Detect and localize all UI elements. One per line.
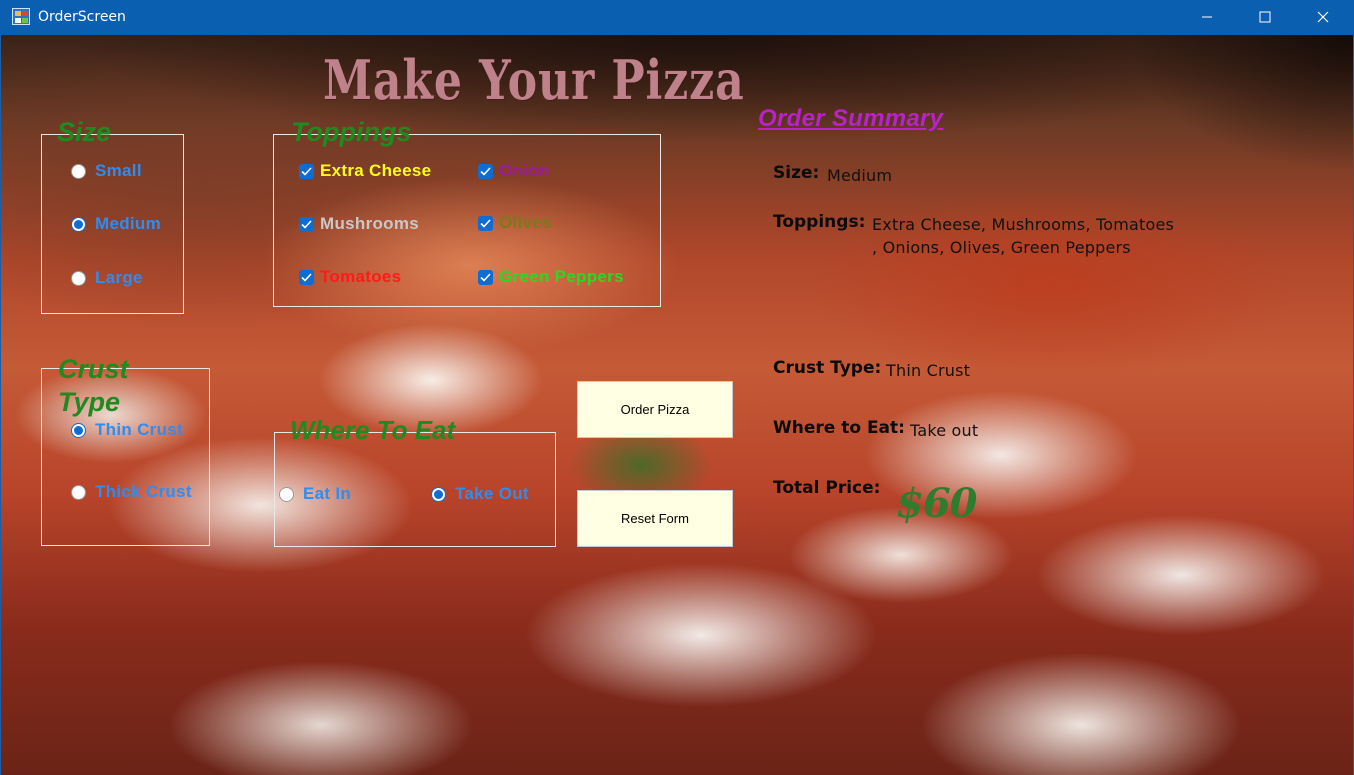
size-small-radio[interactable]: Small	[71, 161, 142, 181]
topping-mushrooms-checkbox[interactable]: Mushrooms	[299, 214, 419, 234]
check-icon	[480, 166, 491, 176]
size-group-legend: Size	[57, 117, 112, 147]
summary-where-label: Where to Eat:	[773, 418, 905, 438]
where-group-legend: Where To Eat	[290, 415, 456, 445]
check-icon	[301, 219, 312, 229]
check-icon	[480, 272, 491, 282]
summary-toppings-label: Toppings:	[773, 212, 866, 232]
size-medium-label: Medium	[95, 214, 162, 233]
radio-button-selected[interactable]	[71, 216, 86, 232]
crust-thick-label: Thick Crust	[95, 482, 192, 501]
crust-thin-radio[interactable]: Thin Crust	[71, 420, 183, 440]
size-small-label: Small	[95, 161, 142, 180]
radio-button-selected[interactable]	[71, 422, 86, 438]
checkbox-checked[interactable]	[299, 216, 314, 232]
summary-total-label: Total Price:	[773, 478, 881, 498]
check-icon	[301, 166, 312, 176]
pizza-background-image: Make Your Pizza Size Small Medium Large …	[1, 35, 1353, 775]
check-icon	[480, 218, 491, 228]
app-icon	[12, 8, 30, 25]
topping-mushrooms-label: Mushrooms	[320, 214, 420, 233]
summary-where-value: Take out	[910, 421, 979, 440]
summary-size-label: Size:	[773, 163, 820, 183]
radio-button[interactable]	[71, 163, 86, 179]
maximize-button[interactable]	[1236, 0, 1294, 35]
order-summary-title: Order Summary	[758, 105, 944, 132]
checkbox-checked[interactable]	[478, 269, 493, 285]
size-medium-radio[interactable]: Medium	[71, 214, 161, 234]
topping-onion-checkbox[interactable]: Onion	[478, 161, 550, 181]
topping-green-peppers-label: Green Peppers	[499, 267, 624, 286]
crust-thick-radio[interactable]: Thick Crust	[71, 482, 192, 502]
crust-thin-label: Thin Crust	[95, 420, 183, 439]
maximize-icon	[1259, 11, 1271, 23]
size-large-radio[interactable]: Large	[71, 268, 143, 288]
topping-extra-cheese-checkbox[interactable]: Extra Cheese	[299, 161, 431, 181]
summary-crust-label: Crust Type:	[773, 358, 882, 378]
topping-tomatoes-checkbox[interactable]: Tomatoes	[299, 267, 401, 287]
summary-size-value: Medium	[827, 166, 893, 185]
checkbox-checked[interactable]	[478, 163, 493, 179]
topping-onion-label: Onion	[499, 161, 550, 180]
checkbox-checked[interactable]	[299, 269, 314, 285]
page-title: Make Your Pizza	[323, 48, 745, 112]
order-pizza-button[interactable]: Order Pizza	[577, 381, 733, 438]
radio-button[interactable]	[71, 270, 86, 286]
eat-in-label: Eat In	[303, 484, 352, 503]
summary-toppings-value-line2: , Onions, Olives, Green Peppers	[872, 238, 1131, 257]
take-out-label: Take Out	[455, 484, 529, 503]
minimize-button[interactable]	[1178, 0, 1236, 35]
topping-olives-checkbox[interactable]: Olives	[478, 213, 552, 233]
radio-button-selected[interactable]	[431, 486, 446, 502]
summary-crust-value: Thin Crust	[886, 361, 971, 380]
radio-button[interactable]	[71, 484, 86, 500]
topping-green-peppers-checkbox[interactable]: Green Peppers	[478, 267, 624, 287]
title-bar: OrderScreen	[0, 0, 1354, 35]
toppings-group-legend: Toppings	[291, 117, 412, 147]
reset-form-button[interactable]: Reset Form	[577, 490, 733, 547]
close-button[interactable]	[1294, 0, 1352, 35]
take-out-radio[interactable]: Take Out	[431, 484, 529, 504]
size-large-label: Large	[95, 268, 143, 287]
topping-tomatoes-label: Tomatoes	[320, 267, 402, 286]
summary-toppings-value-line1: Extra Cheese, Mushrooms, Tomatoes	[872, 215, 1175, 234]
topping-olives-label: Olives	[499, 213, 552, 232]
checkbox-checked[interactable]	[478, 215, 493, 231]
radio-button[interactable]	[279, 486, 294, 502]
minimize-icon	[1202, 16, 1212, 18]
close-icon	[1317, 11, 1329, 23]
crust-group-legend-line2: Type	[58, 387, 121, 417]
topping-extra-cheese-label: Extra Cheese	[320, 161, 432, 180]
check-icon	[301, 272, 312, 282]
window-title: OrderScreen	[38, 9, 126, 25]
checkbox-checked[interactable]	[299, 163, 314, 179]
eat-in-radio[interactable]: Eat In	[279, 484, 351, 504]
summary-total-price: $60	[896, 480, 977, 527]
crust-group-legend-line1: Crust	[58, 354, 129, 384]
